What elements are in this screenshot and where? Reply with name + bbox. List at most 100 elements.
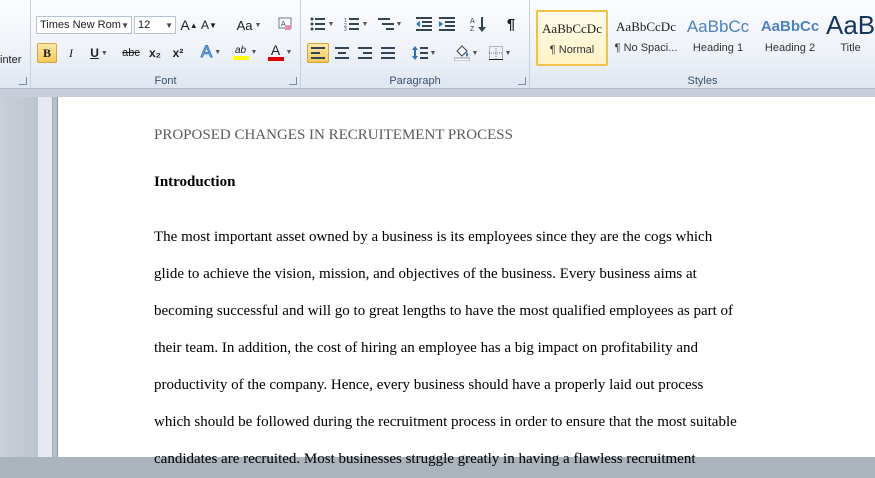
multilevel-list-icon [377, 18, 394, 30]
style-name: ¶ Normal [549, 44, 595, 56]
document-title: PROPOSED CHANGES IN RECRUITEMENT PROCESS [154, 127, 513, 143]
style-heading-1[interactable]: AaBbCc Heading 1 [682, 10, 754, 66]
text-effects-button[interactable]: A ▼ [197, 42, 225, 62]
eraser-icon: A [278, 17, 292, 30]
format-painter-label[interactable]: inter [0, 54, 21, 66]
change-case-button[interactable]: Aa ▼ [234, 15, 264, 35]
clipboard-group: inter [0, 0, 31, 88]
font-launcher-icon[interactable] [289, 77, 297, 85]
font-size-combo[interactable]: 12 ▼ [134, 16, 176, 34]
align-left-button[interactable] [307, 43, 329, 63]
line-spacing-button[interactable]: ▼ [409, 43, 439, 63]
sort-button[interactable]: AZ [468, 14, 488, 34]
justify-button[interactable] [378, 43, 398, 63]
numbering-icon: 123 [344, 18, 359, 31]
decrease-indent-button[interactable] [414, 14, 434, 34]
svg-text:3: 3 [344, 27, 347, 31]
font-name-combo[interactable]: Times New Rom ▼ [36, 16, 132, 34]
paragraph-line: their team. In addition, the cost of hir… [154, 340, 699, 356]
style-title[interactable]: AaB Title [826, 10, 875, 66]
superscript-button[interactable]: x² [168, 43, 188, 63]
paragraph-group-label: Paragraph [389, 75, 441, 87]
bullets-icon [310, 17, 325, 31]
paint-bucket-icon [453, 45, 470, 61]
style-name: ¶ No Spaci... [614, 42, 678, 54]
style-name: Heading 1 [692, 42, 744, 54]
style-no-spacing[interactable]: AaBbCcDc ¶ No Spaci... [610, 10, 682, 66]
align-right-button[interactable] [355, 43, 375, 63]
clear-formatting-button[interactable]: A [275, 14, 295, 34]
paragraph-launcher-icon[interactable] [518, 77, 526, 85]
bold-icon: B [42, 45, 51, 60]
paragraph-line: becoming successful and will go to great… [154, 303, 734, 319]
shrink-font-icon: A [201, 18, 210, 32]
strikethrough-icon: abc [122, 47, 140, 59]
numbering-button[interactable]: 1 2 3 ▼ [341, 14, 371, 34]
align-center-icon [335, 47, 349, 59]
font-color-icon: A [267, 43, 284, 61]
show-marks-button[interactable]: ¶ [501, 14, 521, 34]
subscript-icon: x₂ [148, 46, 161, 60]
bold-button[interactable]: B [37, 43, 57, 63]
underline-icon: U [90, 46, 99, 60]
justify-icon [381, 47, 395, 59]
font-group-label: Font [154, 75, 177, 87]
document-body[interactable]: PROPOSED CHANGES IN RECRUITEMENT PROCESS… [154, 127, 786, 478]
style-heading-2[interactable]: AaBbCc Heading 2 [754, 10, 826, 66]
align-right-icon [358, 47, 372, 59]
multilevel-list-button[interactable]: ▼ [375, 14, 405, 34]
grow-font-icon: A [180, 17, 190, 33]
shrink-font-button[interactable]: A ▼ [200, 15, 218, 35]
svg-text:A: A [470, 18, 475, 25]
document-page[interactable]: PROPOSED CHANGES IN RECRUITEMENT PROCESS… [57, 97, 875, 467]
vertical-ruler[interactable] [38, 97, 53, 457]
ribbon: inter Times New Rom ▼ 12 ▼ A ▲ A ▼ Aa ▼ A B [0, 0, 875, 89]
strikethrough-button[interactable]: abc [119, 43, 143, 63]
shading-button[interactable]: ▼ [451, 43, 481, 63]
highlight-button[interactable]: ab ▼ [230, 42, 260, 62]
style-preview: AaBbCcDc [616, 19, 676, 34]
body-paragraph: The most important asset owned by a busi… [154, 219, 786, 478]
chevron-down-icon: ▼ [121, 21, 129, 30]
highlighter-icon: ab [232, 45, 249, 60]
paragraph-line: The most important asset owned by a busi… [154, 229, 713, 245]
style-name: Title [840, 42, 861, 54]
style-name: Heading 2 [764, 42, 816, 54]
line-spacing-icon [411, 46, 428, 60]
font-color-button[interactable]: A ▼ [265, 42, 295, 62]
italic-icon: I [69, 45, 73, 60]
text-effects-icon: A [200, 42, 213, 62]
align-left-icon [311, 47, 325, 59]
underline-button[interactable]: U ▼ [84, 43, 114, 63]
font-name-value: Times New Rom [40, 19, 121, 31]
bullets-button[interactable]: ▼ [307, 14, 337, 34]
paragraph-line: glide to achieve the vision, mission, an… [154, 266, 697, 282]
increase-indent-icon [439, 17, 455, 31]
align-center-button[interactable] [332, 43, 352, 63]
italic-button[interactable]: I [62, 43, 80, 63]
paragraph-line: productivity of the company. Hence, ever… [154, 377, 704, 393]
font-size-value: 12 [138, 19, 151, 31]
increase-indent-button[interactable] [437, 14, 457, 34]
subscript-button[interactable]: x₂ [145, 43, 165, 63]
chevron-down-icon: ▼ [165, 21, 173, 30]
sort-icon: AZ [470, 17, 486, 32]
paragraph-line: which should be followed during the recr… [154, 414, 737, 430]
borders-button[interactable]: ▼ [485, 43, 515, 63]
paragraph-line: candidates are recruited. Most businesse… [154, 451, 696, 467]
styles-group: AaBbCcDc ¶ Normal AaBbCcDc ¶ No Spaci...… [530, 0, 875, 88]
change-case-icon: Aa [236, 17, 253, 33]
style-preview: AaBbCcDc [542, 21, 602, 36]
paragraph-group: ▼ 1 2 3 ▼ ▼ AZ ¶ ▼ ▼ ▼ Paragraph [301, 0, 530, 88]
horizontal-ruler-strip [0, 89, 875, 97]
superscript-icon: x² [172, 46, 184, 60]
grow-font-button[interactable]: A ▲ [180, 15, 198, 35]
svg-text:Z: Z [470, 26, 475, 32]
styles-group-label: Styles [687, 75, 718, 87]
pilcrow-icon: ¶ [506, 15, 516, 33]
clipboard-launcher-icon[interactable] [19, 77, 27, 85]
borders-icon [488, 46, 503, 60]
style-normal[interactable]: AaBbCcDc ¶ Normal [536, 10, 608, 66]
decrease-indent-icon [416, 17, 432, 31]
style-preview: AaB [826, 10, 875, 38]
